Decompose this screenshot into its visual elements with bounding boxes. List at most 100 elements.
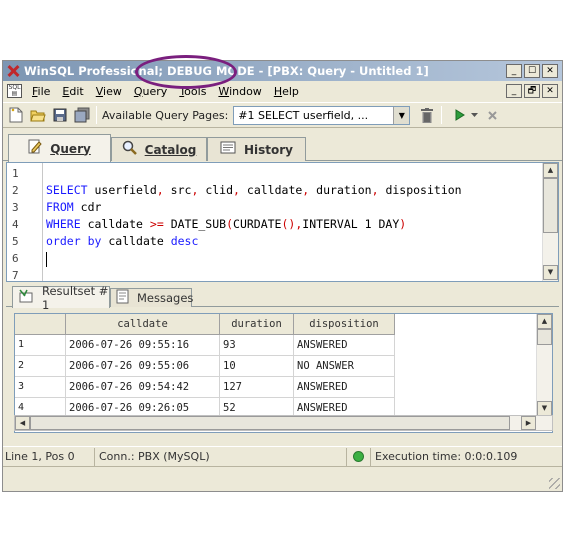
line-number-gutter: 1 2 3 4 5 6 7 bbox=[7, 163, 43, 281]
table-cell[interactable]: 2006-07-26 09:55:06 bbox=[66, 356, 220, 377]
tab-query-label: Query bbox=[50, 141, 91, 156]
line-number: 5 bbox=[12, 235, 19, 248]
tab-catalog[interactable]: Catalog bbox=[111, 137, 207, 161]
table-cell[interactable]: 127 bbox=[220, 377, 294, 398]
result-tabs: Resultset # 1 Messages bbox=[6, 284, 559, 312]
grid-scroll-down-arrow-icon[interactable]: ▼ bbox=[537, 401, 552, 416]
lower-status-bar bbox=[3, 466, 562, 491]
column-header-duration[interactable]: duration bbox=[220, 314, 294, 335]
tab-query[interactable]: Query bbox=[8, 134, 111, 162]
code-line-5: order by calldate desc bbox=[46, 234, 199, 248]
trash-icon[interactable] bbox=[418, 106, 436, 124]
execution-time: Execution time: 0:0:0.109 bbox=[375, 450, 518, 463]
row-number[interactable]: 2 bbox=[15, 356, 66, 377]
open-folder-icon[interactable] bbox=[29, 106, 47, 124]
title-bar[interactable]: WinSQL Professional; DEBUG MODE - [PBX: … bbox=[3, 61, 562, 81]
tab-messages-label: Messages bbox=[137, 291, 194, 305]
table-cell[interactable]: NO ANSWER bbox=[294, 356, 395, 377]
table-cell[interactable]: 93 bbox=[220, 335, 294, 356]
line-number: 3 bbox=[12, 201, 19, 214]
code-line-4: WHERE calldate >= DATE_SUB(CURDATE(),INT… bbox=[46, 217, 407, 231]
scroll-down-arrow-icon[interactable]: ▼ bbox=[543, 265, 558, 280]
scroll-right-arrow-icon[interactable]: ▶ bbox=[521, 416, 536, 430]
toolbar: Available Query Pages: #1 SELECT userfie… bbox=[3, 102, 562, 128]
editor-scroll-thumb[interactable] bbox=[543, 178, 558, 233]
column-header-calldate[interactable]: calldate bbox=[66, 314, 220, 335]
connection-status: Conn.: PBX (MySQL) bbox=[95, 447, 347, 466]
menu-edit[interactable]: Edit bbox=[56, 85, 89, 98]
table-cell[interactable]: 2006-07-26 09:55:16 bbox=[66, 335, 220, 356]
toolbar-separator bbox=[96, 106, 97, 124]
menu-tools[interactable]: Tools bbox=[173, 85, 212, 98]
row-number[interactable]: 1 bbox=[15, 335, 66, 356]
available-pages-label: Available Query Pages: bbox=[102, 108, 229, 122]
menu-window[interactable]: Window bbox=[212, 85, 267, 98]
row-number[interactable]: 3 bbox=[15, 377, 66, 398]
messages-icon bbox=[116, 289, 129, 307]
grid-scroll-thumb[interactable] bbox=[537, 329, 552, 345]
minimize-button[interactable]: _ bbox=[506, 64, 522, 78]
query-page-select[interactable]: #1 SELECT userfield, ... ▼ bbox=[233, 105, 411, 125]
tab-catalog-label: Catalog bbox=[144, 142, 197, 157]
line-number: 2 bbox=[12, 184, 19, 197]
tab-resultset[interactable]: Resultset # 1 bbox=[12, 284, 110, 312]
tab-history-label: History bbox=[243, 142, 294, 157]
stop-execution-icon[interactable] bbox=[483, 106, 501, 124]
table-cell[interactable]: 2006-07-26 09:54:42 bbox=[66, 377, 220, 398]
app-window: WinSQL Professional; DEBUG MODE - [PBX: … bbox=[2, 60, 563, 492]
tab-messages[interactable]: Messages bbox=[110, 288, 194, 307]
connected-indicator-icon bbox=[347, 447, 371, 466]
line-number: 4 bbox=[12, 218, 19, 231]
grid-scroll-up-arrow-icon[interactable]: ▲ bbox=[537, 314, 552, 329]
line-number: 1 bbox=[12, 167, 19, 180]
text-caret bbox=[46, 252, 47, 267]
grid-vertical-scrollbar[interactable]: ▲ ▼ bbox=[536, 314, 552, 417]
save-icon[interactable] bbox=[51, 106, 69, 124]
column-header-disposition[interactable]: disposition bbox=[294, 314, 395, 335]
close-button[interactable]: ✕ bbox=[542, 64, 558, 78]
main-tabs: Query Catalog History bbox=[3, 133, 562, 162]
cursor-position: Line 1, Pos 0 bbox=[3, 447, 95, 466]
resultset-icon bbox=[18, 289, 34, 306]
code-line-3: FROM cdr bbox=[46, 200, 102, 214]
scroll-up-arrow-icon[interactable]: ▲ bbox=[543, 163, 558, 178]
menu-help[interactable]: Help bbox=[268, 85, 305, 98]
status-bar: Line 1, Pos 0 Conn.: PBX (MySQL) Executi… bbox=[3, 446, 562, 466]
tab-history[interactable]: History bbox=[207, 137, 306, 161]
menu-view[interactable]: View bbox=[90, 85, 128, 98]
code-line-2: SELECT userfield, src, clid, calldate, d… bbox=[46, 183, 462, 197]
winsql-app-icon[interactable] bbox=[6, 64, 20, 78]
toolbar-separator-2 bbox=[441, 106, 443, 124]
save-all-icon[interactable] bbox=[73, 106, 91, 124]
document-window-controls: _ 🗗 ✕ bbox=[506, 84, 558, 98]
maximize-button[interactable]: ☐ bbox=[524, 64, 540, 78]
query-page-value: #1 SELECT userfield, ... bbox=[238, 108, 369, 122]
chevron-down-icon[interactable]: ▼ bbox=[393, 106, 410, 124]
new-document-icon[interactable] bbox=[7, 106, 25, 124]
window-title: WinSQL Professional; DEBUG MODE - [PBX: … bbox=[24, 64, 429, 78]
window-controls: _ ☐ ✕ bbox=[506, 64, 558, 78]
scroll-left-arrow-icon[interactable]: ◀ bbox=[15, 416, 30, 430]
sql-editor[interactable]: 1 2 3 4 5 6 7 SELECT userfield, src, cli… bbox=[6, 162, 559, 282]
menu-query[interactable]: Query bbox=[128, 85, 173, 98]
resize-grip-icon[interactable] bbox=[549, 478, 560, 489]
editor-vertical-scrollbar[interactable]: ▲ ▼ bbox=[542, 163, 558, 281]
magnifier-icon bbox=[122, 140, 137, 159]
table-cell[interactable]: ANSWERED bbox=[294, 377, 395, 398]
execute-play-icon[interactable] bbox=[451, 106, 469, 124]
history-icon bbox=[220, 141, 236, 158]
doc-close-button[interactable]: ✕ bbox=[542, 84, 558, 98]
execute-dropdown-icon[interactable] bbox=[469, 106, 479, 124]
tab-resultset-label: Resultset # 1 bbox=[42, 283, 109, 312]
menu-file[interactable]: File bbox=[26, 85, 56, 98]
pencil-doc-icon bbox=[28, 139, 42, 158]
menu-bar: SQL ▤ File Edit View Query Tools Window H… bbox=[3, 81, 562, 101]
doc-minimize-button[interactable]: _ bbox=[506, 84, 522, 98]
doc-restore-button[interactable]: 🗗 bbox=[524, 84, 540, 98]
table-cell[interactable]: 10 bbox=[220, 356, 294, 377]
grid-horizontal-scrollbar[interactable]: ◀ ▶ bbox=[14, 415, 553, 431]
table-cell[interactable]: ANSWERED bbox=[294, 335, 395, 356]
grid-hscroll-thumb[interactable] bbox=[30, 416, 510, 430]
document-sql-icon[interactable]: SQL ▤ bbox=[7, 84, 22, 98]
row-number-header bbox=[15, 314, 66, 335]
